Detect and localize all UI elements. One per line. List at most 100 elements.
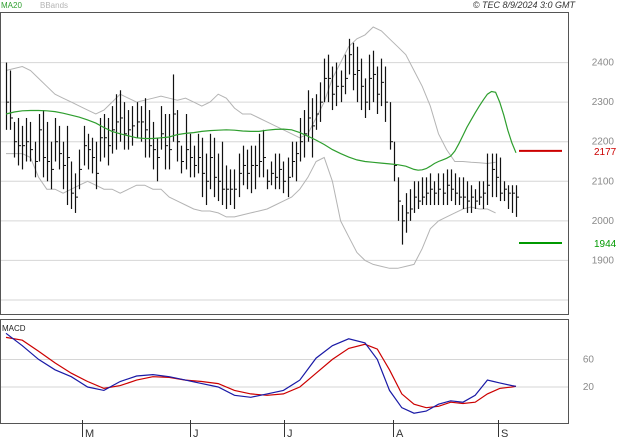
ohlc-bar [364, 78, 368, 118]
ohlc-bar [503, 181, 507, 202]
ohlc-bar [433, 181, 437, 206]
ohlc-bar [511, 185, 515, 213]
ohlc-bar [274, 153, 278, 190]
macd-panel-frame [0, 319, 569, 424]
ma20-polyline [5, 90, 517, 171]
x-axis-label: J [193, 428, 199, 440]
ohlc-bar [5, 62, 9, 130]
bb-upper-line [5, 26, 496, 165]
ohlc-bar [474, 189, 478, 209]
ohlc-bar [148, 110, 152, 158]
ohlc-bar [189, 133, 193, 178]
ohlc-bar [258, 133, 262, 178]
ohlc-bar [401, 205, 405, 245]
ohlc-bar [62, 141, 66, 190]
price-annotations: 2177 1944 [519, 147, 617, 250]
macd-line [5, 332, 517, 414]
ohlc-bar [238, 153, 242, 198]
ohlc-bar [389, 102, 393, 150]
ohlc-bar [470, 185, 474, 213]
legend-bbands: BBands [40, 1, 68, 10]
price-y-tick-label: 2000 [592, 216, 615, 227]
ohlc-bar [78, 149, 82, 190]
ohlc-bar [172, 74, 176, 142]
ohlc-bar [405, 193, 409, 233]
ohlc-bar [429, 173, 433, 206]
ohlc-bar [46, 121, 50, 182]
ohlc-bar [193, 145, 197, 178]
ohlc-bar [446, 169, 450, 206]
price-y-tick-label: 2100 [592, 176, 615, 187]
ohlc-bar [384, 66, 388, 122]
price-y-tick-label: 2300 [592, 97, 615, 108]
ma20-line [5, 90, 517, 171]
price-y-tick-label: 1900 [592, 255, 615, 266]
ohlc-bar [54, 117, 58, 162]
ohlc-bar [205, 153, 209, 206]
ohlc-bar [197, 133, 201, 174]
ohlc-bar [462, 177, 466, 209]
ohlc-bar [507, 185, 511, 209]
ohlc-bar [380, 58, 384, 107]
macd-y-tick-label: 60 [583, 354, 595, 365]
ohlc-bar [327, 54, 331, 103]
x-axis-label: S [501, 428, 508, 440]
ohlc-bar [246, 149, 250, 190]
annotation-label: 1944 [594, 239, 617, 250]
ohlc-bar [352, 42, 356, 91]
ohlc-bar [127, 110, 131, 150]
ohlc-bar [50, 141, 54, 190]
ohlc-bar [287, 157, 291, 198]
ohlc-bar [356, 46, 360, 103]
ohlc-bar [478, 181, 482, 206]
ohlc-bar [213, 137, 217, 198]
ohlc-bar [111, 106, 115, 154]
ohlc-bar [409, 189, 413, 221]
ohlc-bar [393, 141, 397, 182]
ohlc-bar [466, 181, 470, 213]
macd-gridlines [1, 358, 568, 388]
ohlc-bar [156, 137, 160, 182]
ohlc-bar [397, 177, 401, 221]
ohlc-bar [176, 110, 180, 162]
ohlc-bar [491, 153, 495, 198]
ohlc-bar [83, 125, 87, 166]
x-axis-label: M [85, 428, 94, 440]
ohlc-bar [66, 125, 70, 206]
ohlc-bar [278, 153, 282, 190]
ohlc-bar [303, 110, 307, 158]
ohlc-bar [103, 114, 107, 158]
ohlc-bar [87, 133, 91, 170]
bollinger-bands [5, 26, 496, 269]
ohlc-bar [225, 165, 229, 209]
ohlc-bar [13, 121, 17, 158]
ohlc-bar [140, 106, 144, 142]
ohlc-bar [152, 121, 156, 170]
ohlc-bar [123, 102, 127, 150]
ohlc-bar [160, 106, 164, 150]
ohlc-bar [319, 82, 323, 122]
ohlc-bar [21, 125, 25, 170]
ohlc-bar [495, 153, 499, 198]
ohlc-bar [99, 117, 103, 162]
legend-ma20: MA20 [1, 1, 22, 10]
ohlc-bar [74, 173, 78, 213]
ohlc-bar [242, 145, 246, 186]
chart-root: MA20 BBands © TEC 8/9/2024 3:0 GMT 1900 2… [0, 0, 627, 440]
ohlc-bar [437, 173, 441, 206]
ohlc-bar [450, 169, 454, 202]
ohlc-bar [38, 114, 42, 162]
ohlc-bar [442, 173, 446, 206]
ohlc-bar [282, 161, 286, 194]
header: MA20 BBands © TEC 8/9/2024 3:0 GMT [1, 0, 576, 10]
ohlc-bar [413, 181, 417, 213]
macd-y-tick-label: 20 [583, 382, 595, 393]
ohlc-bar [486, 153, 490, 206]
ohlc-bar [9, 70, 13, 130]
ohlc-bar [180, 145, 184, 174]
ohlc-bar [417, 181, 421, 209]
credit: © TEC 8/9/2024 3:0 GMT [473, 0, 577, 10]
ohlc-bar [250, 145, 254, 194]
ohlc-bar [95, 141, 99, 190]
ohlc-bar [254, 145, 258, 190]
